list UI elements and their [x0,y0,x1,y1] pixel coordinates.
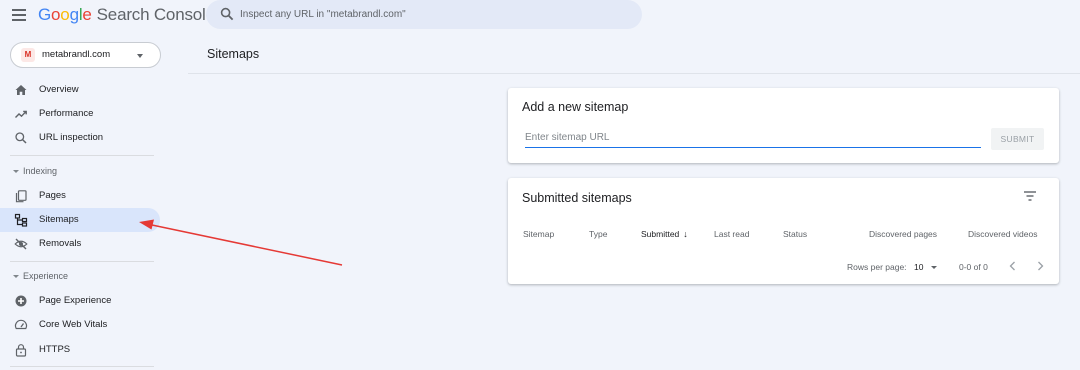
search-icon [15,132,27,144]
submitted-sitemaps-title: Submitted sitemaps [522,191,632,205]
add-sitemap-title: Add a new sitemap [522,100,629,114]
property-favicon: M [21,48,35,62]
submitted-sitemaps-card: Submitted sitemaps Sitemap Type Submitte… [508,178,1059,284]
page-title: Sitemaps [207,47,260,61]
sidebar-item-label: Performance [39,108,94,119]
speedometer-icon [14,319,28,330]
sidebar-item-label: Overview [39,84,79,95]
removals-icon [14,238,28,250]
sitemap-icon [14,213,28,227]
section-experience[interactable]: Experience [0,268,160,286]
annotation-arrow-shaft [151,224,343,266]
sidebar-divider [10,366,154,367]
page-experience-icon [15,295,27,307]
sidebar-item-page-experience[interactable]: Page Experience [0,289,160,313]
submit-button[interactable]: SUBMIT [991,128,1044,150]
hamburger-menu-icon[interactable] [12,9,26,21]
url-inspection-search-bar[interactable] [206,0,642,29]
pagination-range: 0-0 of 0 [959,262,988,272]
sidebar-item-pages[interactable]: Pages [0,184,160,208]
next-page-icon[interactable] [1033,258,1047,274]
top-app-bar: Google Search Console [0,0,1080,32]
sidebar-item-removals[interactable]: Removals [0,232,160,256]
sidebar-divider [10,155,154,156]
add-sitemap-card: Add a new sitemap SUBMIT [508,88,1059,163]
search-icon [220,7,234,21]
header-divider [188,73,1080,74]
sidebar-item-https[interactable]: HTTPS [0,338,160,362]
google-search-console-logo[interactable]: Google Search Console [38,5,215,25]
column-header-discovered-videos[interactable]: Discovered videos [968,229,1037,239]
sidebar-item-label: Page Experience [39,295,112,306]
chevron-down-icon [13,275,19,278]
rows-per-page-select[interactable]: 10 [914,260,940,274]
column-header-label: Submitted [641,229,680,239]
column-header-submitted[interactable]: Submitted ↓ [641,229,688,239]
rows-per-page-label: Rows per page: [847,262,907,272]
section-title: Experience [23,271,69,281]
sidebar-item-label: Removals [39,238,82,249]
column-header-sitemap[interactable]: Sitemap [523,229,554,239]
lock-icon [15,344,27,357]
column-header-last-read[interactable]: Last read [714,229,749,239]
chevron-down-icon [137,54,143,58]
arrow-down-icon: ↓ [683,229,688,239]
sidebar-item-label: Pages [39,190,66,201]
previous-page-icon[interactable] [1006,258,1020,274]
column-header-type[interactable]: Type [589,229,607,239]
sidebar-item-label: URL inspection [39,132,104,143]
rows-per-page-value: 10 [914,262,924,272]
column-header-discovered-pages[interactable]: Discovered pages [869,229,937,239]
chevron-down-icon [931,266,937,269]
sidebar-item-url-inspection[interactable]: URL inspection [0,126,160,150]
home-icon [15,85,27,95]
section-indexing[interactable]: Indexing [0,163,160,181]
sidebar-item-label: Sitemaps [39,214,79,225]
trending-up-icon [15,110,27,118]
product-name: Search Console [96,5,215,24]
pages-icon [15,190,27,203]
property-selector[interactable]: M metabrandl.com [10,42,161,68]
filter-icon[interactable] [1023,190,1037,202]
column-header-status[interactable]: Status [783,229,807,239]
sidebar-item-label: HTTPS [39,344,71,355]
sidebar-item-performance[interactable]: Performance [0,102,160,126]
sitemap-url-input[interactable] [525,128,981,148]
property-name: metabrandl.com [42,49,111,60]
chevron-down-icon [13,170,19,173]
section-title: Indexing [23,166,58,176]
sidebar-item-core-web-vitals[interactable]: Core Web Vitals [0,313,160,337]
sidebar-item-overview[interactable]: Overview [0,78,160,102]
sidebar-item-sitemaps[interactable]: Sitemaps [0,208,160,232]
url-inspection-input[interactable] [240,5,630,23]
sidebar-item-label: Core Web Vitals [39,319,108,330]
sidebar-divider [10,261,154,262]
